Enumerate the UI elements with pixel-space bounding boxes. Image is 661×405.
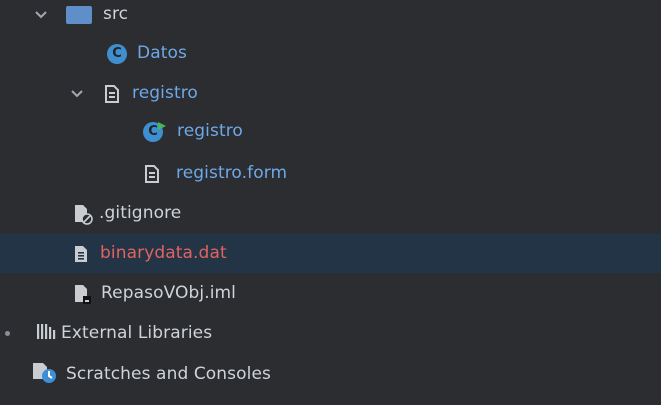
tree-item-registro-form[interactable]: registro.form xyxy=(0,154,661,193)
tree-item-label: registro xyxy=(132,83,198,103)
scratches-icon xyxy=(31,359,59,390)
tree-item-src[interactable]: src xyxy=(0,0,661,34)
java-class-icon: C xyxy=(143,121,167,143)
tree-item-iml[interactable]: RepasoVObj.iml xyxy=(0,274,661,313)
tree-item-label: registro.form xyxy=(176,163,288,183)
text-file-icon xyxy=(73,244,89,264)
tree-item-label: registro xyxy=(177,121,243,141)
module-file-icon xyxy=(72,283,94,305)
tree-item-label: src xyxy=(103,4,129,24)
tree-item-label: Datos xyxy=(137,43,187,63)
libraries-icon xyxy=(36,322,58,345)
ignore-file-icon xyxy=(72,203,94,225)
form-file-icon xyxy=(104,84,120,104)
chevron-down-icon[interactable] xyxy=(34,8,48,22)
tree-item-scratches[interactable]: Scratches and Consoles xyxy=(0,355,661,394)
tree-item-datos[interactable]: C Datos xyxy=(0,34,661,73)
chevron-down-icon[interactable] xyxy=(70,87,84,101)
tree-item-external-libraries[interactable]: External Libraries xyxy=(0,314,661,353)
tree-item-label: binarydata.dat xyxy=(100,243,227,263)
tree-item-label: External Libraries xyxy=(61,323,213,343)
folder-icon xyxy=(66,5,92,24)
tree-item-label: .gitignore xyxy=(99,203,182,223)
tree-item-gitignore[interactable]: .gitignore xyxy=(0,194,661,233)
tree-item-registro-class[interactable]: C registro xyxy=(0,112,661,151)
project-tree: src C Datos registro C registro registro… xyxy=(0,0,661,405)
java-class-icon: C xyxy=(107,43,127,64)
tree-item-label: RepasoVObj.iml xyxy=(101,283,237,303)
tree-item-label: Scratches and Consoles xyxy=(66,364,271,384)
collapsed-indicator-icon[interactable] xyxy=(5,331,10,336)
form-file-icon xyxy=(144,164,160,184)
tree-item-binarydata[interactable]: binarydata.dat xyxy=(0,234,661,273)
tree-item-registro-package[interactable]: registro xyxy=(0,74,661,113)
